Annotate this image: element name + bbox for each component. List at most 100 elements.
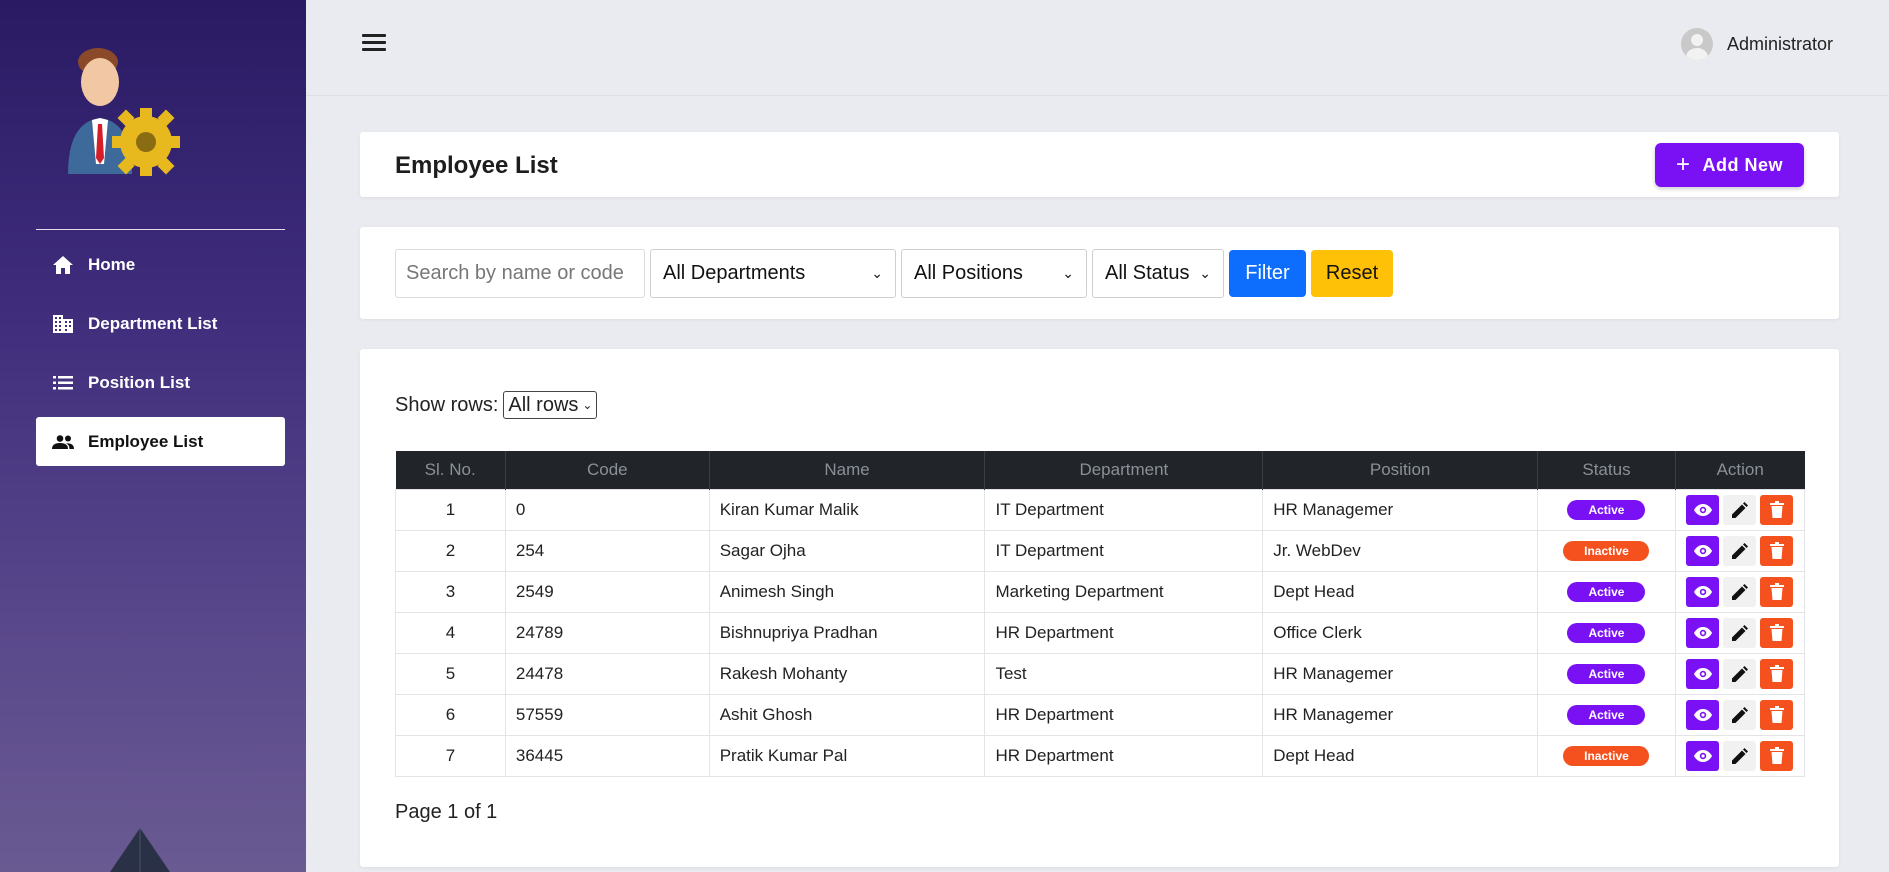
row-actions bbox=[1686, 494, 1794, 525]
column-header-action: Action bbox=[1675, 451, 1805, 489]
filter-button[interactable]: Filter bbox=[1229, 250, 1306, 297]
sidebar-item-label: Position List bbox=[88, 372, 190, 392]
trash-icon bbox=[1769, 706, 1784, 723]
sidebar-divider bbox=[36, 229, 285, 230]
status-select[interactable]: All Status ⌄ bbox=[1092, 249, 1224, 298]
employee-table-card: Show rows: All rows ⌄ Sl. No. Code Name … bbox=[360, 349, 1839, 867]
cell-status: Active bbox=[1537, 488, 1676, 531]
view-button[interactable] bbox=[1686, 576, 1720, 607]
search-input[interactable] bbox=[395, 249, 645, 298]
sidebar-item-employee-list[interactable]: Employee List bbox=[36, 417, 285, 466]
edit-button[interactable] bbox=[1723, 494, 1757, 525]
view-button[interactable] bbox=[1686, 658, 1720, 689]
column-header-code: Code bbox=[505, 451, 710, 489]
cell-name: Sagar Ojha bbox=[708, 529, 986, 572]
table-row: 1 0 Kiran Kumar Malik IT Department HR M… bbox=[395, 488, 1806, 531]
pagination-text: Page 1 of 1 bbox=[395, 801, 498, 823]
pencil-icon bbox=[1731, 501, 1748, 518]
edit-button[interactable] bbox=[1723, 617, 1757, 648]
cell-code: 0 bbox=[504, 488, 710, 531]
chevron-down-icon: ⌄ bbox=[582, 398, 593, 412]
edit-button[interactable] bbox=[1723, 740, 1757, 771]
row-actions bbox=[1686, 740, 1794, 771]
sidebar-item-home[interactable]: Home bbox=[36, 240, 285, 289]
pencil-icon bbox=[1731, 706, 1748, 723]
trash-icon bbox=[1769, 624, 1784, 641]
cell-sl-no: 6 bbox=[395, 693, 506, 736]
view-button[interactable] bbox=[1686, 617, 1720, 648]
view-button[interactable] bbox=[1686, 535, 1720, 566]
cell-name: Bishnupriya Pradhan bbox=[708, 611, 986, 654]
delete-button[interactable] bbox=[1760, 617, 1794, 648]
delete-button[interactable] bbox=[1760, 494, 1794, 525]
admin-logo bbox=[68, 48, 180, 176]
trash-icon bbox=[1769, 501, 1784, 518]
delete-button[interactable] bbox=[1760, 535, 1794, 566]
cell-code: 24478 bbox=[504, 652, 710, 695]
user-menu[interactable]: Administrator bbox=[1680, 28, 1833, 60]
edit-button[interactable] bbox=[1723, 658, 1757, 689]
position-select-value: All Positions bbox=[914, 262, 1023, 284]
view-button[interactable] bbox=[1686, 740, 1720, 771]
cell-actions bbox=[1674, 734, 1806, 777]
page-header-card: Employee List + Add New bbox=[360, 132, 1839, 197]
status-badge: Active bbox=[1567, 705, 1646, 725]
row-actions bbox=[1686, 617, 1794, 648]
sidebar: Home Department List Position List Emplo… bbox=[0, 0, 306, 872]
cell-position: HR Managemer bbox=[1262, 488, 1538, 531]
edit-button[interactable] bbox=[1723, 576, 1757, 607]
view-button[interactable] bbox=[1686, 494, 1720, 525]
table-header-row: Sl. No. Code Name Department Position St… bbox=[395, 451, 1805, 489]
pencil-icon bbox=[1731, 624, 1748, 641]
cell-code: 2549 bbox=[504, 570, 710, 613]
cell-actions bbox=[1674, 529, 1806, 572]
cell-sl-no: 1 bbox=[395, 488, 506, 531]
cell-name: Kiran Kumar Malik bbox=[708, 488, 986, 531]
home-icon bbox=[52, 254, 74, 276]
sidebar-item-position-list[interactable]: Position List bbox=[36, 358, 285, 407]
top-bar: Administrator bbox=[306, 0, 1889, 96]
table-row: 7 36445 Pratik Kumar Pal HR Department D… bbox=[395, 734, 1806, 777]
position-select[interactable]: All Positions ⌄ bbox=[901, 249, 1087, 298]
delete-button[interactable] bbox=[1760, 658, 1794, 689]
trash-icon bbox=[1769, 542, 1784, 559]
trash-icon bbox=[1769, 583, 1784, 600]
view-button[interactable] bbox=[1686, 699, 1720, 730]
reset-button[interactable]: Reset bbox=[1311, 250, 1393, 297]
cell-department: HR Department bbox=[984, 611, 1264, 654]
delete-button[interactable] bbox=[1760, 576, 1794, 607]
department-select-value: All Departments bbox=[663, 262, 806, 284]
eye-icon bbox=[1693, 749, 1712, 762]
edit-button[interactable] bbox=[1723, 535, 1757, 566]
sidebar-item-department-list[interactable]: Department List bbox=[36, 299, 285, 348]
list-icon bbox=[52, 372, 74, 394]
row-actions bbox=[1686, 658, 1794, 689]
hamburger-menu-icon[interactable] bbox=[362, 34, 386, 54]
cell-name: Pratik Kumar Pal bbox=[708, 734, 986, 777]
status-badge: Inactive bbox=[1563, 746, 1650, 766]
cell-code: 36445 bbox=[504, 734, 710, 777]
filter-row: All Departments ⌄ All Positions ⌄ All St… bbox=[395, 249, 1393, 298]
status-badge: Active bbox=[1567, 500, 1646, 520]
table-row: 5 24478 Rakesh Mohanty Test HR Managemer… bbox=[395, 652, 1806, 695]
delete-button[interactable] bbox=[1760, 699, 1794, 730]
user-name: Administrator bbox=[1726, 33, 1833, 54]
rows-per-page-select[interactable]: All rows ⌄ bbox=[503, 391, 598, 419]
building-silhouette bbox=[110, 828, 170, 872]
cell-position: Dept Head bbox=[1262, 734, 1538, 777]
cell-actions bbox=[1674, 611, 1806, 654]
plus-icon: + bbox=[1675, 151, 1691, 178]
edit-button[interactable] bbox=[1723, 699, 1757, 730]
status-badge: Active bbox=[1567, 582, 1646, 602]
add-new-button[interactable]: + Add New bbox=[1655, 143, 1804, 187]
cell-position: Dept Head bbox=[1262, 570, 1538, 613]
delete-button[interactable] bbox=[1760, 740, 1794, 771]
cell-department: Marketing Department bbox=[984, 570, 1264, 613]
show-rows-label: Show rows: bbox=[395, 393, 499, 416]
department-select[interactable]: All Departments ⌄ bbox=[650, 249, 896, 298]
page-title: Employee List bbox=[395, 152, 558, 179]
cell-sl-no: 2 bbox=[395, 529, 506, 572]
column-header-department: Department bbox=[984, 451, 1264, 489]
rows-per-page-value: All rows bbox=[508, 393, 579, 416]
filter-card: All Departments ⌄ All Positions ⌄ All St… bbox=[360, 227, 1839, 319]
